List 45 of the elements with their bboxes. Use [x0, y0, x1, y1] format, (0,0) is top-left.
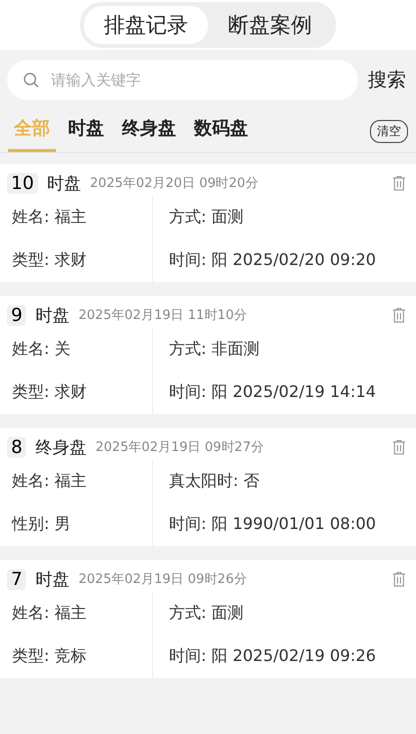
record-card[interactable]: 7 时盘 2025年02月19日 09时26分 姓名: 福主 方式: 面测 类型: 竞标 时间: 阳 2025/02/19 09:26: [0, 560, 416, 678]
record-number: 8: [7, 436, 26, 458]
trash-icon[interactable]: [392, 307, 406, 323]
trash-icon[interactable]: [392, 175, 406, 191]
record-type: 时盘: [35, 568, 70, 590]
trash-icon[interactable]: [392, 439, 406, 455]
record-field: 类型: 求财: [0, 239, 152, 282]
record-number: 10: [7, 172, 38, 194]
search-icon: [23, 72, 39, 88]
search-button[interactable]: 搜索: [368, 67, 406, 93]
search-field[interactable]: 请输入关键字: [7, 60, 358, 100]
record-type: 终身盘: [35, 436, 86, 458]
trash-icon[interactable]: [392, 571, 406, 587]
record-date: 2025年02月19日 09时27分: [95, 439, 264, 456]
record-field: 方式: 面测: [152, 592, 416, 635]
filter-tab[interactable]: 时盘: [62, 110, 110, 152]
record-field: 方式: 非面测: [152, 328, 416, 371]
record-card[interactable]: 10 时盘 2025年02月20日 09时20分 姓名: 福主 方式: 面测 类型: 求财 时间: 阳 2025/02/20 09:20: [0, 164, 416, 282]
record-date: 2025年02月20日 09时20分: [90, 175, 258, 192]
record-field: 姓名: 福主: [0, 592, 152, 635]
segment-tab[interactable]: 断盘案例: [208, 6, 332, 44]
record-field: 姓名: 关: [0, 328, 152, 371]
record-field: 性别: 男: [0, 503, 152, 546]
record-field: 方式: 面测: [152, 196, 416, 239]
record-field: 时间: 阳 1990/01/01 08:00: [152, 503, 416, 546]
record-card[interactable]: 9 时盘 2025年02月19日 11时10分 姓名: 关 方式: 非面测 类型: 求财 时间: 阳 2025/02/19 14:14: [0, 296, 416, 414]
record-field: 类型: 竞标: [0, 635, 152, 678]
record-type: 时盘: [46, 172, 81, 194]
record-card[interactable]: 8 终身盘 2025年02月19日 09时27分 姓名: 福主 真太阳时: 否 性别: 男 时间: 阳 1990/01/01 08:00: [0, 428, 416, 546]
record-field: 时间: 阳 2025/02/20 09:20: [152, 239, 416, 282]
record-number: 9: [7, 304, 26, 326]
filter-tab[interactable]: 终身盘: [116, 110, 182, 152]
record-field: 类型: 求财: [0, 371, 152, 414]
record-field: 姓名: 福主: [0, 460, 152, 503]
record-date: 2025年02月19日 11时10分: [78, 307, 247, 324]
record-type: 时盘: [35, 304, 70, 326]
segment-tab[interactable]: 排盘记录: [84, 6, 208, 44]
record-field: 时间: 阳 2025/02/19 09:26: [152, 635, 416, 678]
record-date: 2025年02月19日 09时26分: [78, 571, 247, 588]
record-field: 时间: 阳 2025/02/19 14:14: [152, 371, 416, 414]
record-number: 7: [7, 568, 26, 590]
record-field: 真太阳时: 否: [152, 460, 416, 503]
record-field: 姓名: 福主: [0, 196, 152, 239]
clear-button[interactable]: 清空: [370, 120, 408, 142]
filter-tab[interactable]: 数码盘: [188, 110, 254, 152]
